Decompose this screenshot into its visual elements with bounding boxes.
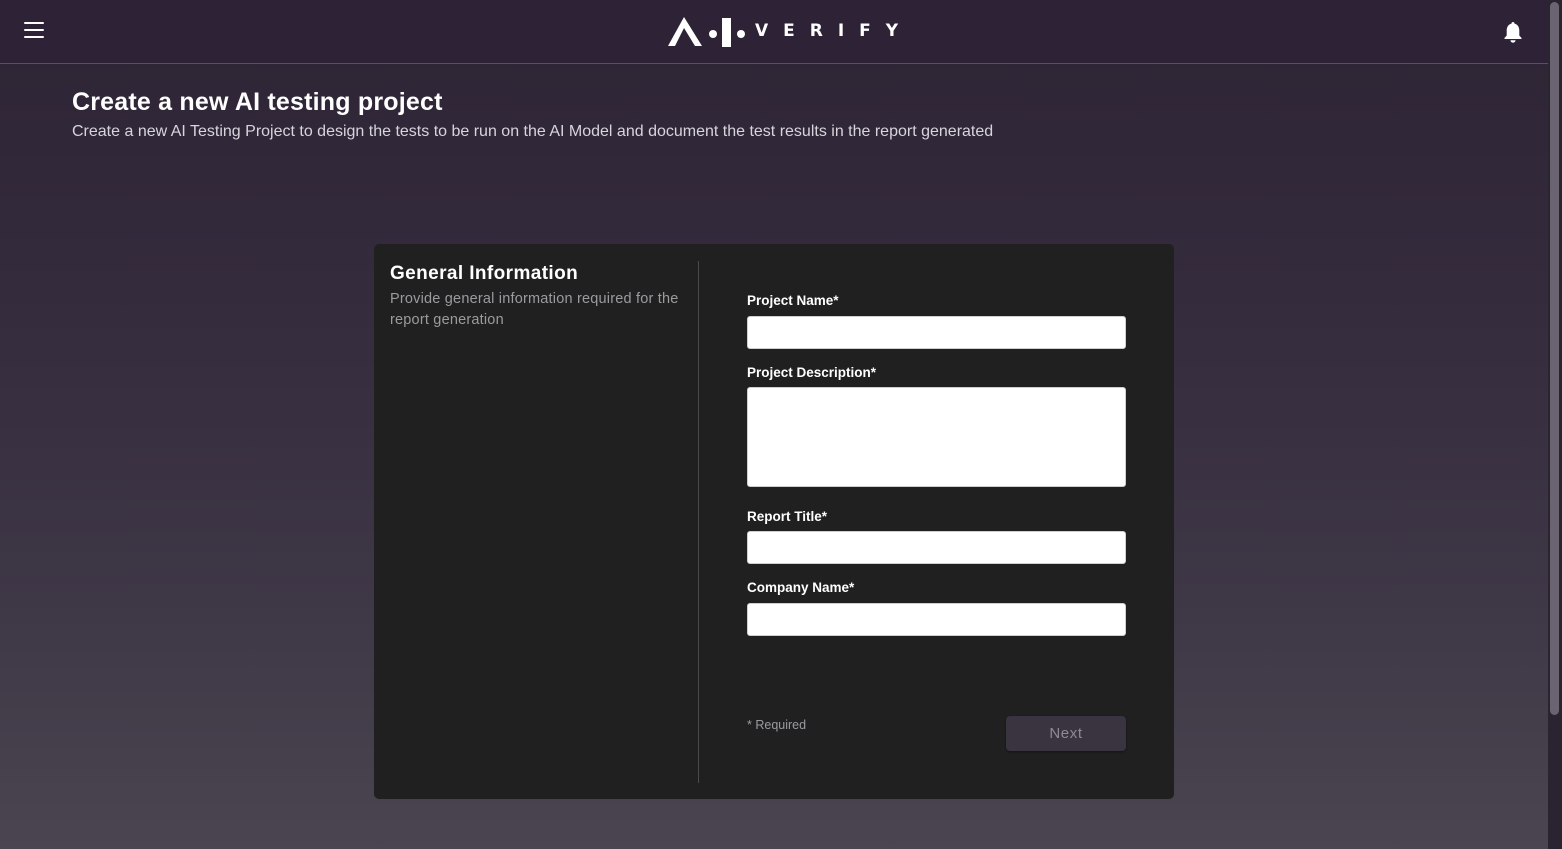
section-title: General Information [390,263,579,284]
page-title: Create a new AI testing project [72,88,443,116]
next-button[interactable]: Next [1006,716,1126,751]
section-description: Provide general information required for… [390,291,679,328]
hamburger-menu-icon[interactable] [24,20,44,38]
bell-icon[interactable] [1503,21,1523,43]
card-divider [698,261,699,783]
required-note: * Required [747,718,807,732]
company-name-input[interactable] [747,603,1126,636]
report-title-label: Report Title* [747,509,828,524]
top-navigation-bar: VERIFY [0,0,1548,64]
project-description-input[interactable] [747,387,1126,487]
report-title-input[interactable] [747,531,1126,564]
project-name-label: Project Name* [747,293,839,308]
logo-wordmark: VERIFY [755,21,914,41]
page-scrollbar[interactable] [1548,0,1562,849]
project-description-label: Project Description* [747,365,877,380]
project-name-input[interactable] [747,316,1126,349]
scrollbar-thumb[interactable] [1550,2,1559,715]
general-information-card: General Information Provide general info… [374,244,1174,799]
company-name-label: Company Name* [747,580,855,595]
page-subtitle: Create a new AI Testing Project to desig… [72,123,994,140]
